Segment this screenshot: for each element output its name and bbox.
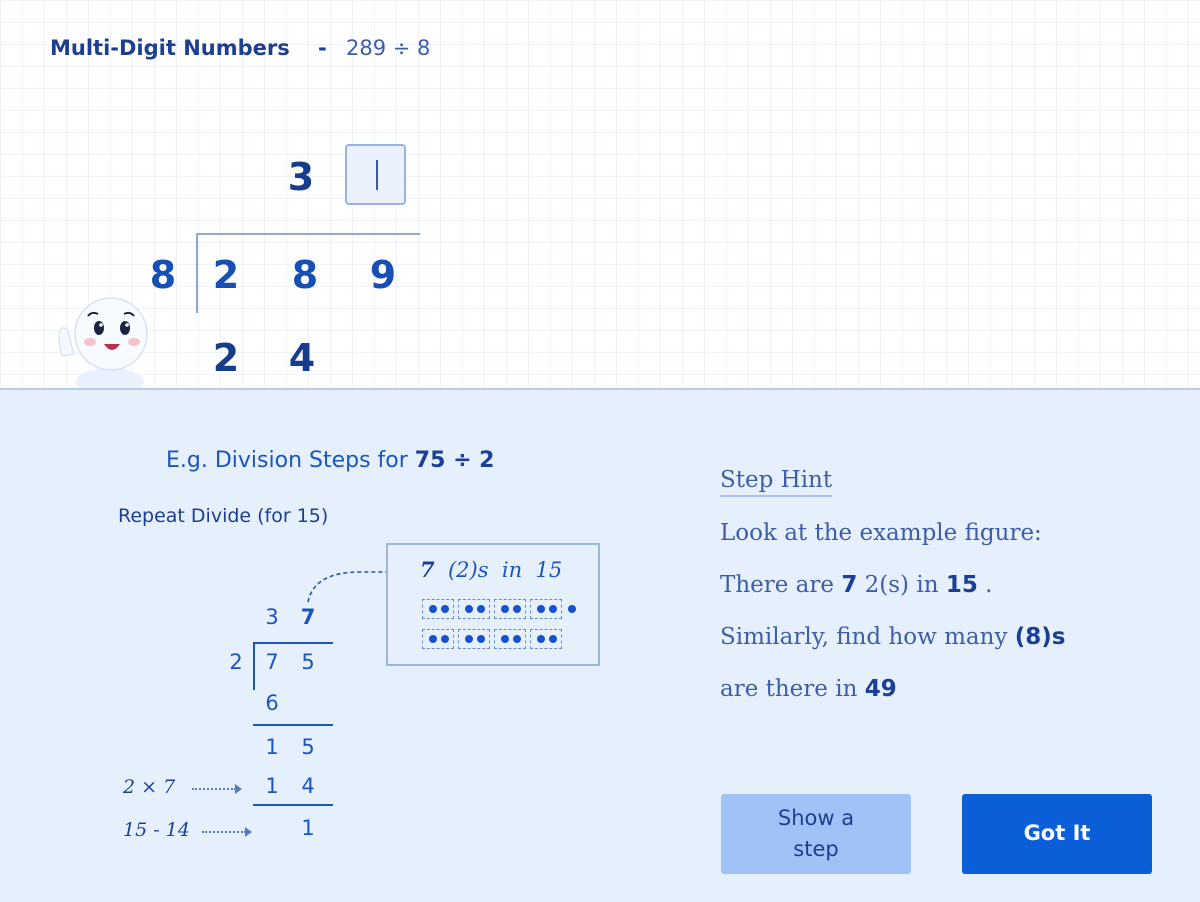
divisor: 8 — [149, 253, 177, 297]
got-it-button[interactable]: Got It — [962, 794, 1152, 874]
dot-group — [530, 599, 562, 619]
product-arrow — [192, 784, 242, 794]
answer-input[interactable] — [345, 144, 406, 205]
dot — [501, 635, 509, 643]
dividend-digit: 8 — [291, 253, 319, 297]
show-step-button[interactable]: Show a step — [721, 794, 911, 874]
example-dividend-digit: 5 — [301, 650, 315, 674]
hint-line-2: There are 7 2(s) in 15 . — [720, 572, 992, 598]
division-bracket-horizontal — [196, 233, 420, 235]
dot — [477, 635, 485, 643]
example-step-digit: 1 — [265, 774, 279, 798]
example-title-prefix: E.g. Division Steps for — [166, 448, 415, 473]
hint-line-1: Look at the example figure: — [720, 520, 1042, 546]
title-separator: - — [318, 36, 327, 60]
quotient-digit: 3 — [287, 155, 315, 199]
page-title: Multi-Digit Numbers — [50, 36, 290, 60]
dot — [477, 605, 485, 613]
hint-heading: Step Hint — [720, 467, 833, 497]
example-remainder: 1 — [301, 816, 315, 840]
problem-expression: 289 ÷ 8 — [346, 36, 431, 60]
dot — [537, 605, 545, 613]
dot-group — [458, 629, 490, 649]
hint-group: (8)s — [1014, 624, 1066, 650]
example-step-digit: 1 — [265, 735, 279, 759]
dot — [549, 605, 557, 613]
product-note: 2 × 7 — [123, 776, 176, 798]
division-bracket-vertical — [196, 233, 198, 313]
example-bracket-vertical — [253, 642, 255, 690]
dot-group — [494, 599, 526, 619]
dot — [549, 635, 557, 643]
hint-text: 2(s) in — [857, 572, 946, 598]
dot — [513, 605, 521, 613]
example-title-expression: 75 ÷ 2 — [414, 448, 495, 473]
hint-line-3: Similarly, find how many (8)s — [720, 624, 1065, 650]
hint-text: . — [977, 572, 993, 598]
dot — [537, 635, 545, 643]
product-digit: 4 — [288, 336, 316, 380]
figure-caption: 7 (2)s in 15 — [420, 557, 562, 582]
example-dividend-digit: 7 — [265, 650, 279, 674]
example-divisor: 2 — [229, 650, 243, 674]
hint-line-4: are there in 49 — [720, 676, 897, 702]
dot-group — [494, 629, 526, 649]
subtraction-note: 15 - 14 — [123, 819, 190, 841]
example-title: E.g. Division Steps for 75 ÷ 2 — [166, 448, 494, 473]
example-rule — [253, 804, 333, 806]
dot — [441, 605, 449, 613]
hint-text: There are — [720, 572, 842, 598]
dot — [441, 635, 449, 643]
hint-target: 49 — [864, 676, 897, 702]
example-step-digit: 5 — [301, 735, 315, 759]
dot — [465, 605, 473, 613]
hint-text: are there in — [720, 676, 865, 702]
work-area: Multi-Digit Numbers - 289 ÷ 8 3 8 2 8 9 … — [0, 0, 1200, 390]
dot — [513, 635, 521, 643]
dot-group — [458, 599, 490, 619]
mascot-character — [58, 297, 148, 390]
dividend-digit: 2 — [212, 253, 240, 297]
text-cursor — [376, 160, 378, 190]
dividend-digit: 9 — [369, 253, 397, 297]
figure-count: 7 — [420, 557, 435, 582]
dot-group — [530, 629, 562, 649]
figure-total: 15 — [535, 558, 563, 582]
example-rule — [253, 724, 333, 726]
example-step-value: 6 — [265, 691, 279, 715]
product-digit: 2 — [212, 336, 240, 380]
hint-count: 7 — [841, 572, 858, 598]
example-step-digit: 4 — [301, 774, 315, 798]
example-quotient-digit: 3 — [265, 605, 279, 629]
dot — [465, 635, 473, 643]
figure-group-label: (2)s — [447, 558, 489, 582]
dot — [429, 605, 437, 613]
hint-text: Similarly, find how many — [720, 624, 1015, 650]
hint-total: 15 — [945, 572, 978, 598]
extra-dot — [568, 605, 576, 613]
dot-group — [422, 599, 454, 619]
example-subtitle: Repeat Divide (for 15) — [118, 505, 329, 527]
dot-group — [422, 629, 454, 649]
subtraction-arrow — [202, 827, 252, 837]
dot — [501, 605, 509, 613]
dot — [429, 635, 437, 643]
figure-in-word: in — [501, 558, 523, 582]
example-bracket-horizontal — [253, 642, 333, 644]
